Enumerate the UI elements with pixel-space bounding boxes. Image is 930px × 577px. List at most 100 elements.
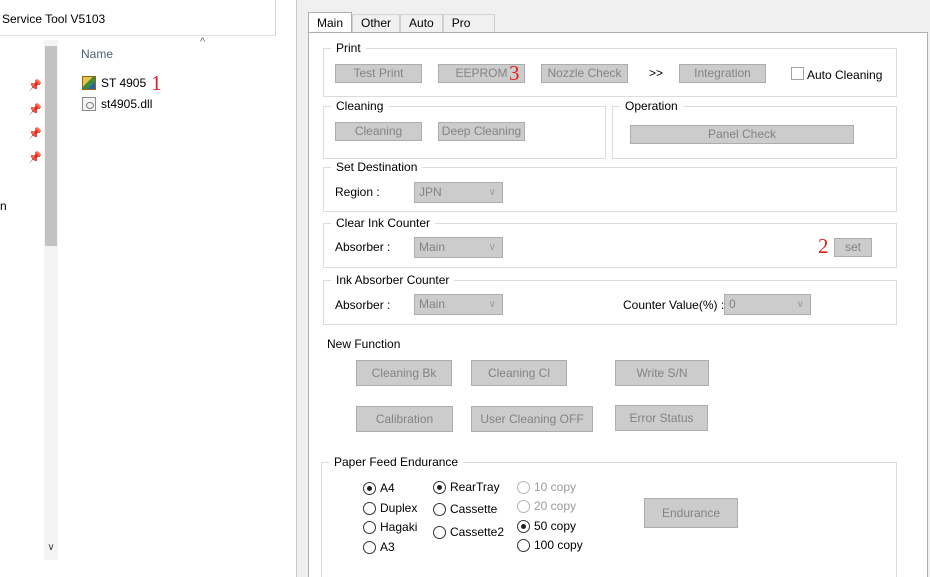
ink-absorber-counter-group: Ink Absorber Counter Absorber : Main ∨ C… <box>323 273 897 325</box>
cleaning-group: Cleaning Cleaning Deep Cleaning <box>323 99 606 159</box>
radio-duplex[interactable]: Duplex <box>363 501 417 515</box>
file-name: st4905.dll <box>101 97 153 111</box>
region-select[interactable]: JPN ∨ <box>414 182 503 203</box>
radio-button[interactable] <box>517 519 530 533</box>
chevron-down-icon[interactable]: ∨ <box>45 542 57 553</box>
absorber-select[interactable]: Main ∨ <box>414 294 503 315</box>
annotation-marker: 2 <box>818 234 829 258</box>
radio-label: RearTray <box>450 480 500 494</box>
radio-a4[interactable]: A4 <box>363 481 395 495</box>
radio-button[interactable] <box>363 501 376 515</box>
cleaning-cl-button[interactable]: Cleaning Cl <box>471 360 567 386</box>
file-item-dll[interactable]: st4905.dll <box>82 95 152 113</box>
nav-scrollbar-thumb[interactable] <box>45 46 57 246</box>
cleaning-legend: Cleaning <box>331 99 389 113</box>
ink-absorber-counter-legend: Ink Absorber Counter <box>331 273 455 287</box>
integration-button[interactable]: Integration <box>679 64 766 83</box>
file-name: ST 4905 <box>101 76 147 90</box>
tab-strip: Main Other Auto Pro <box>308 12 496 33</box>
chevron-down-icon: ∨ <box>488 242 496 253</box>
absorber-value: Main <box>419 240 446 254</box>
radio-hagaki[interactable]: Hagaki <box>363 520 417 534</box>
pin-icon[interactable]: 📌 <box>28 152 42 164</box>
radio-button[interactable] <box>363 540 376 554</box>
radio-label: Hagaki <box>380 520 418 534</box>
radio-label: Duplex <box>380 501 418 515</box>
user-cleaning-off-button[interactable]: User Cleaning OFF <box>471 406 593 432</box>
column-header-name[interactable]: Name <box>81 47 113 61</box>
title-divider <box>0 35 275 36</box>
operation-group: Operation Panel Check <box>612 99 897 159</box>
pin-icon[interactable]: 📌 <box>28 104 42 116</box>
nav-pane-item[interactable]: n <box>0 199 7 213</box>
print-legend: Print <box>331 41 366 55</box>
region-label: Region : <box>335 185 380 199</box>
panel-check-button[interactable]: Panel Check <box>630 125 854 144</box>
app-icon <box>82 76 96 90</box>
radio-100-copy[interactable]: 100 copy <box>517 538 583 552</box>
radio-label: Cassette2 <box>450 525 505 539</box>
cleaning-bk-button[interactable]: Cleaning Bk <box>356 360 452 386</box>
dll-file-icon <box>82 97 96 111</box>
tab-main[interactable]: Main <box>308 12 353 33</box>
new-function-label: New Function <box>327 337 401 351</box>
tab-pro[interactable]: Pro <box>442 14 496 33</box>
radio-button[interactable] <box>433 480 446 494</box>
region-value: JPN <box>419 185 442 199</box>
radio-label: 20 copy <box>534 499 577 513</box>
deep-cleaning-button[interactable]: Deep Cleaning <box>438 122 525 141</box>
absorber-value: Main <box>419 297 446 311</box>
main-tab-panel: Print Test Print EEPROM 3 Nozzle Check >… <box>308 32 928 577</box>
nozzle-check-button[interactable]: Nozzle Check <box>541 64 628 83</box>
counter-value-label: Counter Value(%) : <box>623 298 725 312</box>
pin-icon[interactable]: 📌 <box>28 128 42 140</box>
counter-value-select[interactable]: 0 ∨ <box>724 294 811 315</box>
set-button[interactable]: set <box>834 238 872 257</box>
radio-20-copy: 20 copy <box>517 499 576 513</box>
calibration-button[interactable]: Calibration <box>356 406 453 432</box>
file-explorer: Service Tool V5103 📌 📌 📌 📌 n ∨ Name ^ ST… <box>0 0 297 577</box>
clear-ink-counter-legend: Clear Ink Counter <box>331 216 436 230</box>
radio-button[interactable] <box>517 538 530 552</box>
radio-label: 50 copy <box>534 519 577 533</box>
radio-button[interactable] <box>363 481 376 495</box>
annotation-marker: 1 <box>151 70 162 95</box>
radio-button[interactable] <box>433 525 446 539</box>
radio-reartray[interactable]: RearTray <box>433 480 500 494</box>
cleaning-button[interactable]: Cleaning <box>335 122 422 141</box>
explorer-window-title: Service Tool V5103 <box>2 12 106 26</box>
endurance-button[interactable]: Endurance <box>644 498 738 528</box>
pin-icon[interactable]: 📌 <box>28 80 42 92</box>
absorber-select[interactable]: Main ∨ <box>414 237 503 258</box>
print-group: Print Test Print EEPROM 3 Nozzle Check >… <box>323 41 897 97</box>
radio-50-copy[interactable]: 50 copy <box>517 519 576 533</box>
pane-divider <box>275 0 276 36</box>
absorber-label: Absorber : <box>335 240 391 254</box>
chevron-down-icon: ∨ <box>488 187 496 198</box>
tab-other[interactable]: Other <box>352 14 401 33</box>
set-destination-legend: Set Destination <box>331 160 423 174</box>
arrows-label: >> <box>649 66 664 80</box>
clear-ink-counter-group: Clear Ink Counter Absorber : Main ∨ 2 se… <box>323 216 897 268</box>
chevron-down-icon: ∨ <box>796 299 804 310</box>
error-status-button[interactable]: Error Status <box>615 405 708 431</box>
write-sn-button[interactable]: Write S/N <box>615 360 709 386</box>
service-tool-window: Main Other Auto Pro Print Test Print EEP… <box>298 0 930 577</box>
radio-label: A3 <box>380 540 395 554</box>
radio-button[interactable] <box>433 502 446 516</box>
file-item-st4905[interactable]: ST 4905 1 <box>82 70 162 95</box>
radio-label: A4 <box>380 481 395 495</box>
tab-auto[interactable]: Auto <box>400 14 443 33</box>
paper-feed-endurance-group: Paper Feed Endurance A4 Duplex Hagaki A3… <box>321 455 897 577</box>
radio-cassette2[interactable]: Cassette2 <box>433 525 504 539</box>
radio-label: 10 copy <box>534 480 577 494</box>
radio-button[interactable] <box>363 520 376 534</box>
radio-button <box>517 480 530 494</box>
radio-a3[interactable]: A3 <box>363 540 395 554</box>
set-destination-group: Set Destination Region : JPN ∨ <box>323 160 897 212</box>
radio-cassette[interactable]: Cassette <box>433 502 497 516</box>
operation-legend: Operation <box>620 99 683 113</box>
test-print-button[interactable]: Test Print <box>335 64 422 83</box>
annotation-marker: 3 <box>509 61 520 85</box>
auto-cleaning-checkbox[interactable] <box>791 67 804 80</box>
